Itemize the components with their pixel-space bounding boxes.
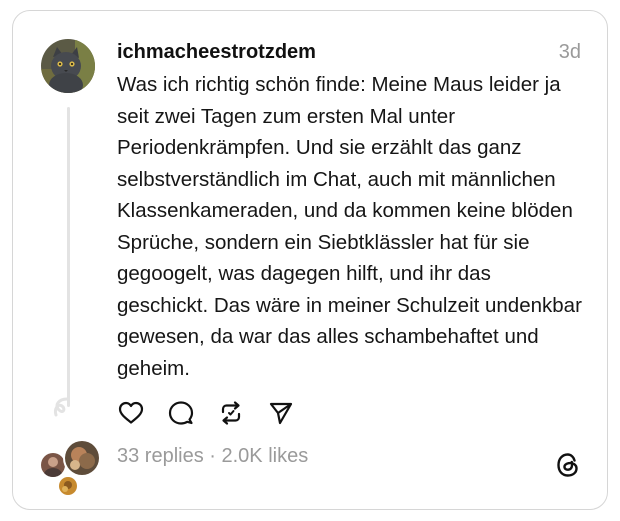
repost-button[interactable] [217, 399, 245, 427]
replier-avatar [63, 439, 101, 477]
comment-icon [168, 401, 194, 425]
share-button[interactable] [267, 399, 295, 427]
post-card: ichmacheestrotzdem 3d Was ich richtig sc… [12, 10, 608, 510]
heart-icon [118, 401, 144, 424]
avatar[interactable] [41, 39, 95, 93]
like-button[interactable] [117, 399, 145, 427]
send-icon [269, 402, 293, 425]
username[interactable]: ichmacheestrotzdem [117, 41, 316, 64]
post-time: 3d [558, 41, 581, 63]
replier-avatar [57, 475, 79, 497]
post-text: Was ich richtig schön finde: Meine Maus … [117, 73, 582, 380]
threads-logo-icon[interactable] [555, 451, 581, 479]
thread-curl-icon [54, 397, 69, 417]
reply-button[interactable] [167, 399, 195, 427]
replier-avatars[interactable] [39, 439, 103, 497]
post-actions [117, 399, 295, 427]
thread-line [67, 107, 70, 407]
repost-icon [221, 401, 241, 425]
replies-likes-count[interactable]: 33 replies · 2.0K likes [117, 445, 308, 468]
